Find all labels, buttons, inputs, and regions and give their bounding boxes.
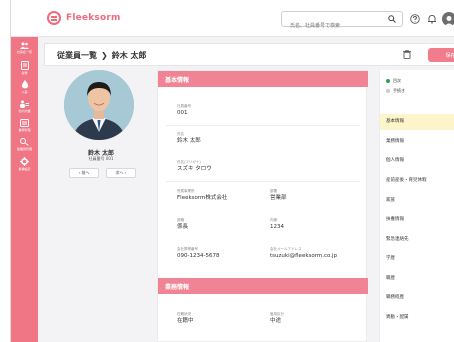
breadcrumb-list-link[interactable]: 従業員一覧 <box>57 51 97 60</box>
save-button[interactable]: 保存 <box>428 48 454 62</box>
sidebar-item-employees[interactable]: 社員名一覧 <box>11 42 38 54</box>
chevron-right-icon: › <box>124 170 127 175</box>
next-label: 次へ <box>115 170 124 175</box>
field-status: 在籍状況 在籍中 <box>177 312 194 325</box>
sidebar-item-documents[interactable]: 書類管理 <box>11 119 38 132</box>
sidebar-item-labor[interactable]: 労務 <box>11 61 38 75</box>
search-input[interactable] <box>282 19 382 33</box>
sidebar-item-label: 人事 <box>21 90 28 94</box>
trash-icon[interactable] <box>403 50 411 59</box>
nav-item-transfer[interactable]: 異動・配属 <box>380 310 454 326</box>
nav-item-basic[interactable]: 基本情報 <box>380 114 454 130</box>
sidebar-item-label: 労務 <box>21 71 28 75</box>
page-title-bar: 従業員一覧 ❯鈴木 太郎 保存 <box>44 43 454 66</box>
search-icon[interactable] <box>388 15 396 23</box>
field-value[interactable]: 鈴木 太郎 <box>177 137 201 145</box>
field-value[interactable]: スズキ タロウ <box>177 165 212 173</box>
user-avatar-icon[interactable] <box>442 12 454 26</box>
divider <box>166 125 360 126</box>
breadcrumb: 従業員一覧 ❯ 鈴木 太郎 <box>57 50 147 61</box>
legend-label: 目次 <box>393 78 401 83</box>
app-logo[interactable]: Fleeksorm <box>47 11 121 25</box>
chevron-right-icon: ❯ <box>101 51 108 60</box>
divider <box>166 181 360 182</box>
legend-procedure: 手続き <box>386 88 405 94</box>
person-search-icon <box>20 138 29 146</box>
sidebar-item-settings[interactable]: 各種設定 <box>11 157 38 171</box>
field-name: 氏名 鈴木 太郎 <box>177 132 201 145</box>
nav-item-personal[interactable]: 個人情報 <box>380 153 454 169</box>
chevron-left-icon: ‹ <box>78 170 81 175</box>
field-value[interactable]: 係長 <box>177 223 188 231</box>
field-company-phone: 会社携帯番号 090-1234-5678 <box>177 247 219 260</box>
employee-photo <box>64 70 134 140</box>
folder-icon <box>20 119 29 127</box>
document-icon <box>20 61 29 70</box>
nav-item-leave[interactable]: 産前産後・育児休暇 <box>380 173 454 189</box>
field-department: 部署 営業部 <box>270 189 287 202</box>
sidebar-item-internal-docs[interactable]: 社内文書 <box>11 100 38 113</box>
gray-dot-icon <box>386 89 390 93</box>
nav-item-education[interactable]: 学歴 <box>380 251 454 267</box>
field-value[interactable]: 営業部 <box>270 194 287 202</box>
section-header-basic: 基本情報 <box>158 71 368 87</box>
nav-item-work[interactable]: 業務情報 <box>380 134 454 150</box>
sidebar-item-hr[interactable]: 人事 <box>11 80 38 94</box>
section-header-work: 業務情報 <box>158 278 368 294</box>
sidebar-item-employee-mgmt[interactable]: 従業員管理 <box>11 138 38 151</box>
field-value[interactable]: 001 <box>177 109 191 117</box>
top-header: Fleeksorm <box>11 0 454 37</box>
field-value[interactable]: Fleeksorm株式会社 <box>177 194 227 202</box>
breadcrumb-current: 鈴木 太郎 <box>111 51 147 60</box>
field-value[interactable]: 090-1234-5678 <box>177 252 219 260</box>
field-name-kana: 氏名(フリガナ) スズキ タロウ <box>177 160 212 173</box>
green-dot-icon <box>386 79 390 83</box>
next-employee-button[interactable]: 次へ › <box>106 168 136 178</box>
nav-item-family[interactable]: 家族 <box>380 193 454 209</box>
field-company: 所属事業所 Fleeksorm株式会社 <box>177 189 227 202</box>
logo-text: Fleeksorm <box>66 13 121 23</box>
prev-employee-button[interactable]: ‹ 前へ <box>69 168 99 178</box>
bell-icon[interactable] <box>427 14 437 24</box>
section-nav: 目次 手続き 基本情報 業務情報 個人情報 産前産後・育児休暇 家族 扶養情報 … <box>379 70 454 342</box>
drop-icon <box>21 80 28 89</box>
search-box <box>281 11 403 33</box>
field-value[interactable]: 在籍中 <box>177 317 194 325</box>
logo-icon <box>47 11 61 25</box>
employee-number: 社員番号 001 <box>88 156 114 161</box>
sidebar-item-label: 従業員管理 <box>16 147 32 151</box>
sidebar-item-label: 書類管理 <box>18 128 31 132</box>
prev-label: 前へ <box>81 170 90 175</box>
nav-item-career[interactable]: 職歴 <box>380 271 454 287</box>
detail-card: 基本情報 社員番号 001 氏名 鈴木 太郎 氏名(フリガナ) スズキ タロウ … <box>157 70 368 342</box>
help-icon[interactable] <box>410 14 420 24</box>
nav-item-work-history[interactable]: 職務経歴 <box>380 290 454 306</box>
sidebar-item-label: 各種設定 <box>18 167 31 171</box>
field-value[interactable]: tsuzuki@fleeksorm.co.jp <box>270 252 337 260</box>
field-title: 役職 係長 <box>177 218 188 231</box>
sidebar: 社員名一覧 労務 人事 社内文書 書類管理 従業員管理 各種設定 <box>11 0 38 342</box>
person-group-icon <box>20 100 29 108</box>
field-value[interactable]: 中途 <box>270 317 284 325</box>
field-extension: 内線 1234 <box>270 218 284 231</box>
field-company-email: 会社メールアドレス tsuzuki@fleeksorm.co.jp <box>270 247 337 260</box>
nav-item-emergency[interactable]: 緊急連絡先 <box>380 232 454 248</box>
legend-label: 手続き <box>393 88 405 93</box>
legend-toc: 目次 <box>386 78 401 84</box>
gear-icon <box>20 157 29 166</box>
sidebar-item-label: 社員名一覧 <box>16 50 32 54</box>
app-frame: 社員名一覧 労務 人事 社内文書 書類管理 従業員管理 各種設定 Fleekso… <box>10 0 454 342</box>
field-value[interactable]: 1234 <box>270 223 284 231</box>
sidebar-item-label: 社内文書 <box>18 109 31 113</box>
field-employee-no: 社員番号 001 <box>177 104 191 117</box>
people-icon <box>20 42 29 49</box>
nav-item-dependents[interactable]: 扶養情報 <box>380 212 454 228</box>
field-employment-type: 雇用区分 中途 <box>270 312 284 325</box>
